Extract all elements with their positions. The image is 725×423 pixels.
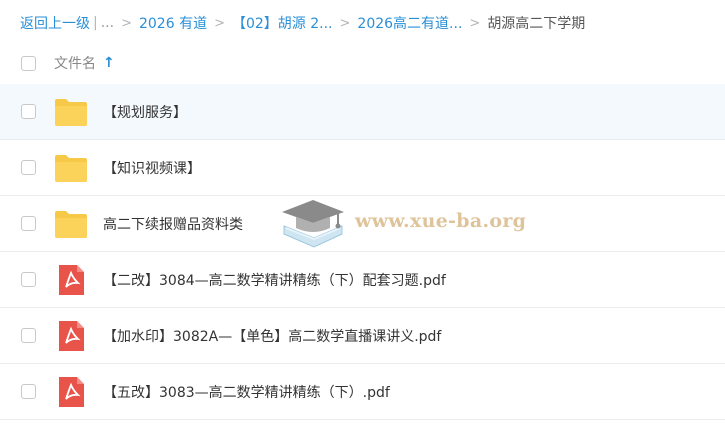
breadcrumb: 返回上一级 | ... > 2026 有道 > 【02】胡源 2... > 20…	[20, 12, 585, 34]
list-item[interactable]: 【知识视频课】	[0, 140, 725, 196]
list-item[interactable]: 【二改】3084—高二数学精讲精练（下）配套习题.pdf	[0, 252, 725, 308]
row-checkbox[interactable]	[21, 160, 36, 175]
row-checkbox[interactable]	[21, 272, 36, 287]
file-name[interactable]: 【知识视频课】	[103, 158, 201, 178]
list-item[interactable]: 【规划服务】	[0, 84, 725, 140]
pdf-icon	[54, 265, 88, 295]
breadcrumb-item-3[interactable]: 2026高二有道...	[357, 13, 462, 33]
folder-icon	[54, 97, 88, 127]
select-all-checkbox[interactable]	[21, 55, 36, 71]
chevron-right-icon: >	[339, 15, 351, 31]
file-name[interactable]: 【规划服务】	[103, 102, 187, 122]
row-checkbox[interactable]	[21, 216, 36, 231]
file-list: 【规划服务】 【知识视频课】 高二下续报赠品资料类 【二改】3084—高二数学精…	[0, 84, 725, 420]
list-item[interactable]: 高二下续报赠品资料类	[0, 196, 725, 252]
row-checkbox[interactable]	[21, 328, 36, 343]
breadcrumb-current: 胡源高二下学期	[487, 16, 586, 32]
chevron-right-icon: >	[121, 15, 132, 31]
column-header-label: 文件名	[54, 56, 96, 72]
row-checkbox[interactable]	[21, 384, 36, 399]
pdf-icon	[54, 321, 88, 351]
list-item[interactable]: 【加水印】3082A—【单色】高二数学直播课讲义.pdf	[0, 308, 725, 364]
list-header: 文件名 ↑	[0, 44, 725, 82]
list-item[interactable]: 【五改】3083—高二数学精讲精练（下）.pdf	[0, 364, 725, 420]
file-name[interactable]: 【二改】3084—高二数学精讲精练（下）配套习题.pdf	[103, 270, 446, 290]
back-link[interactable]: 返回上一级	[20, 13, 90, 33]
sort-ascending-icon[interactable]: ↑	[103, 55, 115, 71]
column-header-filename[interactable]: 文件名 ↑	[54, 53, 115, 73]
chevron-right-icon: >	[214, 15, 225, 31]
file-name[interactable]: 【加水印】3082A—【单色】高二数学直播课讲义.pdf	[103, 326, 441, 346]
breadcrumb-ellipsis[interactable]: ...	[101, 15, 114, 31]
folder-icon	[54, 209, 88, 239]
file-name[interactable]: 【五改】3083—高二数学精讲精练（下）.pdf	[103, 382, 390, 402]
chevron-right-icon: >	[469, 15, 481, 31]
breadcrumb-item-2[interactable]: 【02】胡源 2...	[232, 13, 333, 33]
breadcrumb-item-1[interactable]: 2026 有道	[139, 13, 207, 33]
file-name[interactable]: 高二下续报赠品资料类	[103, 214, 243, 234]
row-checkbox[interactable]	[21, 104, 36, 119]
pdf-icon	[54, 377, 88, 407]
folder-icon	[54, 153, 88, 183]
breadcrumb-divider: |	[93, 15, 98, 31]
